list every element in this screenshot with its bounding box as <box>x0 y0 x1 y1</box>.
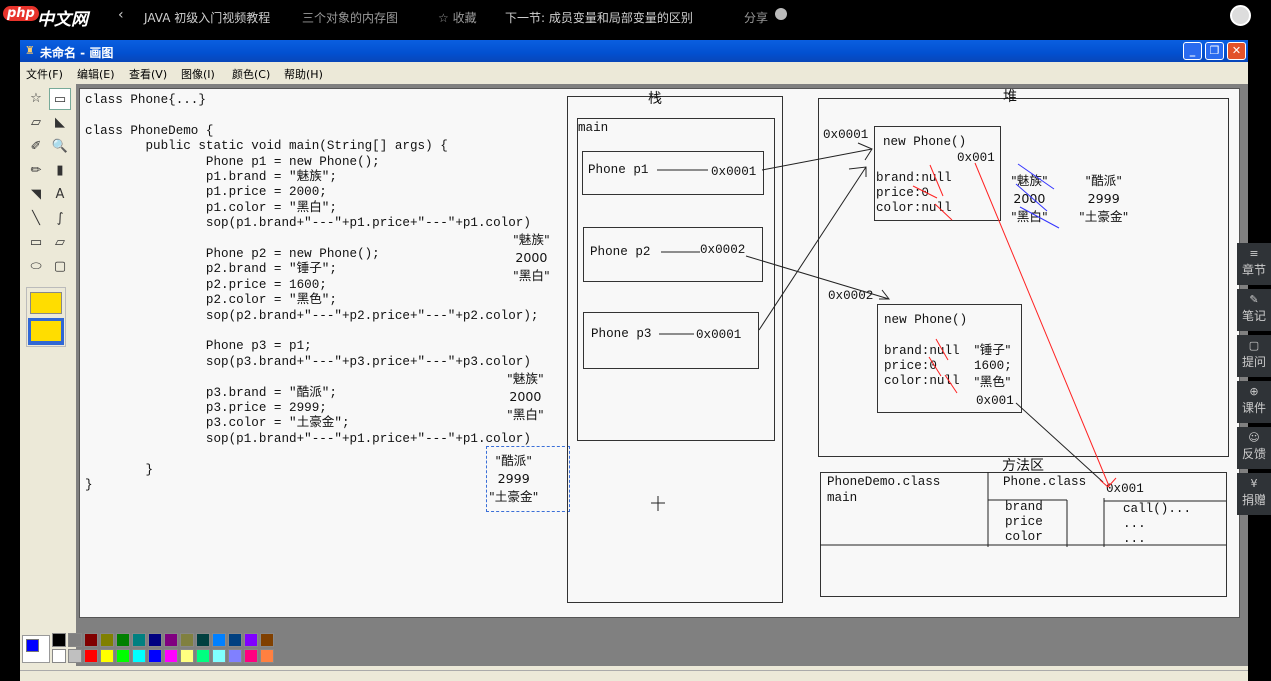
palette-swatch[interactable] <box>212 649 226 663</box>
sidebar-icon: ≡ <box>1249 247 1259 260</box>
sidebar-label: 课件 <box>1241 401 1266 415</box>
palette-swatch[interactable] <box>148 633 162 647</box>
sidebar-button[interactable]: ⊕ 课件 <box>1237 381 1271 423</box>
palette-swatch[interactable] <box>260 633 274 647</box>
palette-swatch[interactable] <box>244 649 258 663</box>
diagram-lines <box>651 142 1226 547</box>
sidebar-label: 章节 <box>1241 263 1266 277</box>
sidebar-label: 笔记 <box>1241 309 1266 323</box>
palette-swatch[interactable] <box>68 649 82 663</box>
palette-swatch[interactable] <box>244 633 258 647</box>
palette-swatch[interactable] <box>68 633 82 647</box>
sidebar-button[interactable]: ✎ 笔记 <box>1237 289 1271 331</box>
palette-swatch[interactable] <box>84 649 98 663</box>
sidebar-button[interactable]: ≡ 章节 <box>1237 243 1271 285</box>
foreground-color <box>26 639 39 652</box>
palette-swatch[interactable] <box>116 649 130 663</box>
palette-swatch[interactable] <box>132 649 146 663</box>
sidebar-icon: ✎ <box>1249 293 1259 306</box>
sidebar-button[interactable]: ▢ 提问 <box>1237 335 1271 377</box>
palette-swatch[interactable] <box>148 649 162 663</box>
palette-swatch[interactable] <box>52 649 66 663</box>
sidebar-icon: ¥ <box>1250 477 1258 490</box>
sidebar-icon: ⊕ <box>1249 385 1259 398</box>
sidebar-label: 捐赠 <box>1241 493 1266 507</box>
palette-swatch[interactable] <box>100 633 114 647</box>
palette-swatch[interactable] <box>164 649 178 663</box>
sidebar-label: 反馈 <box>1241 447 1266 461</box>
palette-swatch[interactable] <box>228 649 242 663</box>
current-colors[interactable] <box>22 635 50 663</box>
palette-swatch[interactable] <box>116 633 130 647</box>
palette-swatch[interactable] <box>228 633 242 647</box>
sidebar-button[interactable]: ¥ 捐赠 <box>1237 473 1271 515</box>
sidebar-icon: ▢ <box>1248 339 1260 352</box>
palette-swatch[interactable] <box>132 633 146 647</box>
sidebar-button[interactable]: ☺ 反馈 <box>1237 427 1271 469</box>
status-bar <box>20 670 1248 681</box>
sidebar-icon: ☺ <box>1248 431 1260 444</box>
palette-swatch[interactable] <box>196 633 210 647</box>
palette-swatch[interactable] <box>196 649 210 663</box>
palette-swatch[interactable] <box>180 649 194 663</box>
palette-swatch[interactable] <box>100 649 114 663</box>
palette-swatch[interactable] <box>84 633 98 647</box>
palette-swatch[interactable] <box>212 633 226 647</box>
palette-swatch[interactable] <box>260 649 274 663</box>
sidebar-label: 提问 <box>1241 355 1266 369</box>
palette-swatch[interactable] <box>164 633 178 647</box>
palette-swatch[interactable] <box>52 633 66 647</box>
palette-swatch[interactable] <box>180 633 194 647</box>
